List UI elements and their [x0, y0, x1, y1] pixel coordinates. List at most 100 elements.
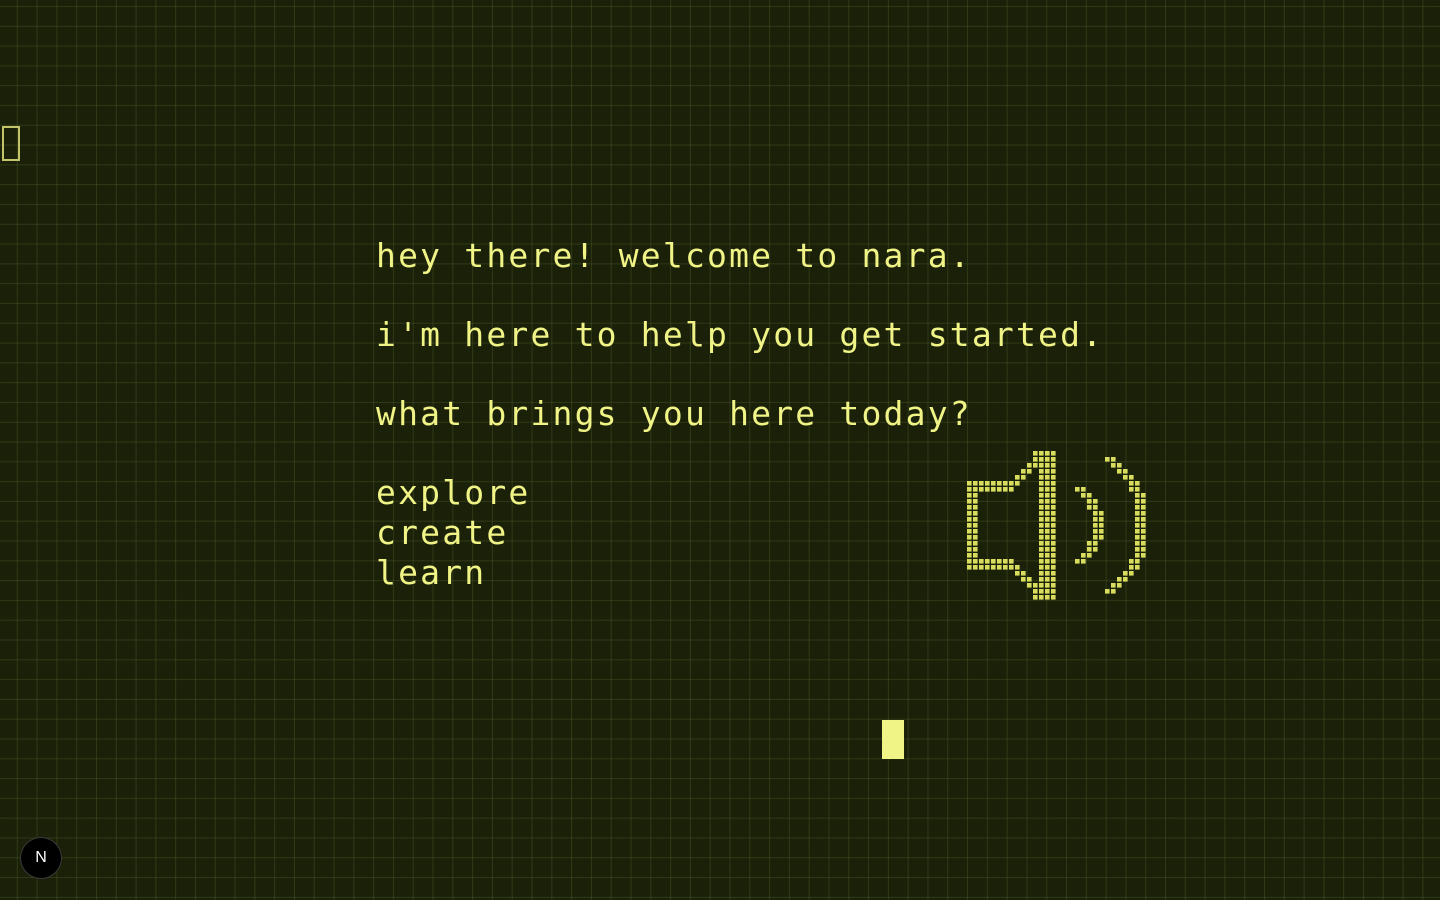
speaker-pixel — [1021, 571, 1026, 576]
speaker-pixel — [1099, 529, 1104, 534]
speaker-pixel — [1141, 499, 1146, 504]
speaker-pixel — [1045, 517, 1050, 522]
speaker-pixel — [991, 559, 996, 564]
speaker-pixel — [1045, 481, 1050, 486]
speaker-pixel — [1033, 583, 1038, 588]
speaker-pixel — [973, 559, 978, 564]
speaker-pixel — [1051, 589, 1056, 594]
speaker-pixel — [1135, 517, 1140, 522]
speaker-pixel — [1039, 565, 1044, 570]
speaker-pixel — [1039, 529, 1044, 534]
speaker-pixel — [1093, 511, 1098, 516]
speaker-pixel — [1003, 487, 1008, 492]
speaker-pixel — [1045, 493, 1050, 498]
speaker-pixel — [1045, 523, 1050, 528]
speaker-pixel — [1045, 535, 1050, 540]
speaker-pixel — [1039, 511, 1044, 516]
speaker-pixel — [1015, 475, 1020, 480]
speaker-pixel — [1051, 571, 1056, 576]
speaker-pixel — [1039, 559, 1044, 564]
speaker-pixel — [1051, 475, 1056, 480]
speaker-pixel — [1135, 505, 1140, 510]
speaker-pixel — [1093, 535, 1098, 540]
speaker-pixel — [1045, 475, 1050, 480]
speaker-pixel — [1051, 553, 1056, 558]
speaker-pixel — [967, 529, 972, 534]
speaker-pixel — [1051, 523, 1056, 528]
speaker-pixel — [1087, 505, 1092, 510]
speaker-pixel — [1141, 535, 1146, 540]
speaker-pixel — [1141, 547, 1146, 552]
speaker-pixel — [1051, 511, 1056, 516]
speaker-pixel — [1141, 523, 1146, 528]
speaker-pixel — [1039, 481, 1044, 486]
speaker-pixel — [967, 553, 972, 558]
speaker-pixel — [973, 565, 978, 570]
speaker-pixel — [1093, 523, 1098, 528]
speaker-pixel — [1039, 547, 1044, 552]
speaker-pixel — [1045, 529, 1050, 534]
speaker-volume-icon[interactable] — [966, 450, 1148, 600]
speaker-pixel — [1039, 499, 1044, 504]
speaker-pixel — [1003, 559, 1008, 564]
speaker-pixel — [1039, 493, 1044, 498]
speaker-pixel — [967, 523, 972, 528]
speaker-pixel — [1141, 529, 1146, 534]
speaker-pixel — [997, 481, 1002, 486]
speaker-pixel — [1045, 559, 1050, 564]
speaker-pixel — [1051, 559, 1056, 564]
speaker-pixel — [1045, 571, 1050, 576]
speaker-pixel — [1045, 547, 1050, 552]
speaker-pixel — [1111, 463, 1116, 468]
speaker-pixel — [1039, 571, 1044, 576]
speaker-pixel — [1045, 583, 1050, 588]
speaker-pixel — [967, 481, 972, 486]
speaker-pixel — [1027, 463, 1032, 468]
speaker-pixel — [979, 565, 984, 570]
speaker-pixel — [967, 559, 972, 564]
speaker-pixel — [967, 505, 972, 510]
speaker-pixel — [973, 547, 978, 552]
speaker-pixel — [967, 565, 972, 570]
speaker-pixel — [1093, 529, 1098, 534]
speaker-pixel — [1135, 559, 1140, 564]
speaker-pixel — [1045, 487, 1050, 492]
speaker-pixel — [1135, 535, 1140, 540]
speaker-pixel — [967, 541, 972, 546]
speaker-pixel — [1045, 463, 1050, 468]
speaker-pixel — [1099, 517, 1104, 522]
speaker-pixel — [973, 487, 978, 492]
speaker-pixel — [1135, 487, 1140, 492]
speaker-pixel — [1027, 469, 1032, 474]
speaker-pixel — [1033, 463, 1038, 468]
speaker-pixel — [1135, 481, 1140, 486]
speaker-pixel — [1039, 475, 1044, 480]
speaker-pixel — [1093, 499, 1098, 504]
speaker-pixel — [1075, 487, 1080, 492]
speaker-pixel — [1051, 529, 1056, 534]
speaker-pixel — [1045, 595, 1050, 600]
speaker-pixel — [973, 511, 978, 516]
corner-frame — [2, 126, 20, 161]
speaker-pixel — [1015, 571, 1020, 576]
speaker-pixel — [1081, 553, 1086, 558]
question-text: what brings you here today? — [376, 394, 972, 433]
speaker-pixel — [1123, 475, 1128, 480]
speaker-pixel — [1045, 457, 1050, 462]
speaker-pixel — [1033, 595, 1038, 600]
speaker-pixel — [1051, 469, 1056, 474]
nextjs-logo-icon[interactable]: N — [21, 838, 61, 878]
speaker-pixel — [1039, 553, 1044, 558]
speaker-pixel — [1051, 487, 1056, 492]
speaker-pixel — [979, 481, 984, 486]
speaker-pixel — [1039, 535, 1044, 540]
speaker-pixel — [1135, 547, 1140, 552]
speaker-pixel — [1087, 493, 1092, 498]
speaker-pixel — [1015, 565, 1020, 570]
speaker-pixel — [1141, 517, 1146, 522]
speaker-pixel — [997, 487, 1002, 492]
speaker-pixel — [1015, 481, 1020, 486]
speaker-pixel — [1087, 541, 1092, 546]
speaker-pixel — [1135, 523, 1140, 528]
speaker-pixel — [1135, 499, 1140, 504]
